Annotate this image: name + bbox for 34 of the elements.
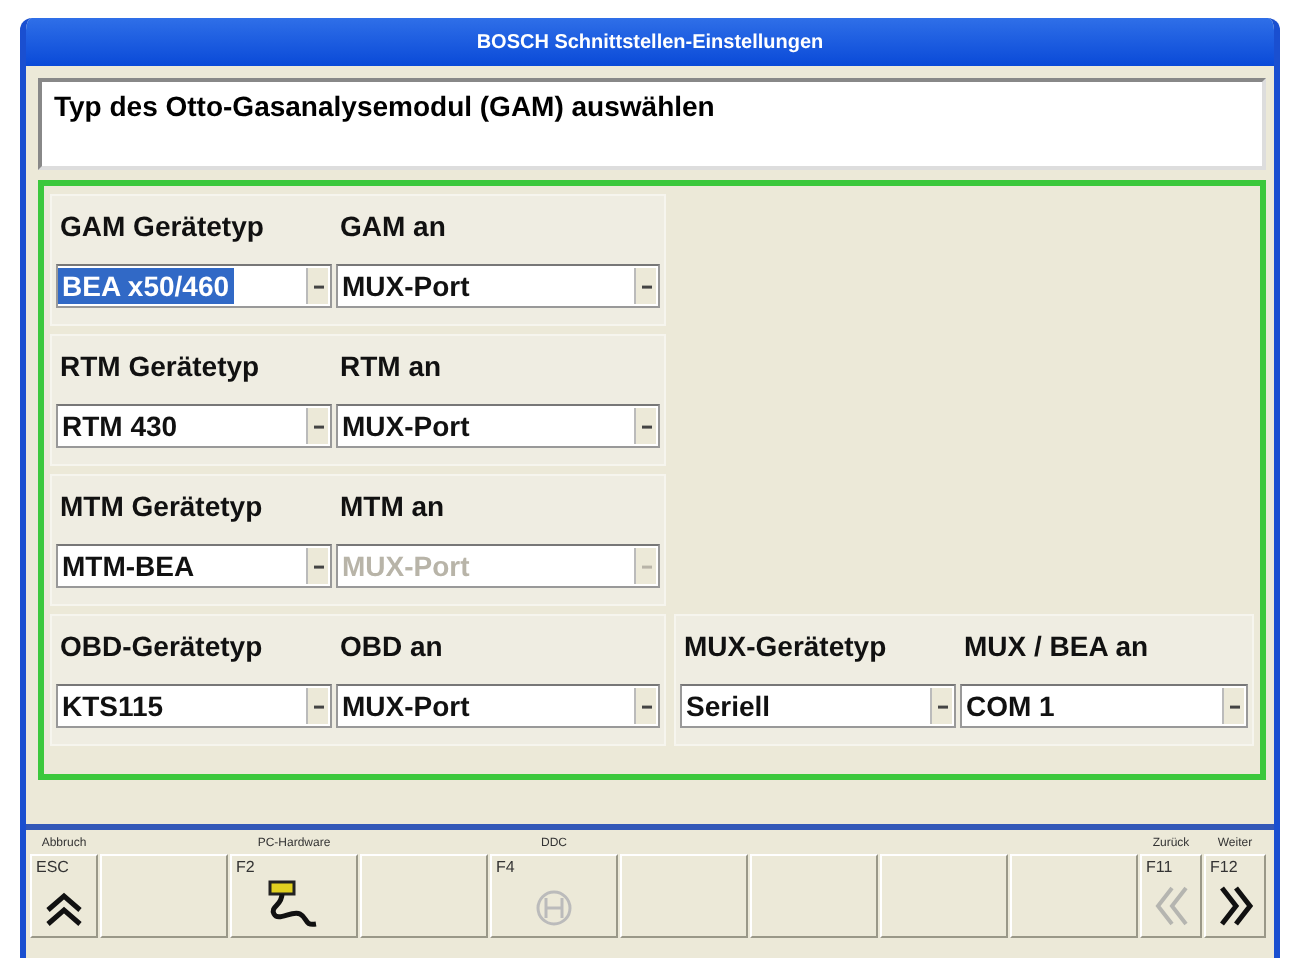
field-label: GAM Gerätetyp [58,210,266,242]
instruction-text: Typ des Otto-Gasanalysemodul (GAM) auswählen [38,78,1266,170]
double-chevron-up-icon [44,892,84,928]
dropdown[interactable]: Seriell [680,684,956,728]
dropdown[interactable]: MUX-Port [336,404,660,448]
field-label: RTM Gerätetyp [58,350,262,382]
dropdown[interactable]: KTS115 [56,684,332,728]
dropdown[interactable]: MTM-BEA [56,544,332,588]
dropdown[interactable]: MUX-Port [336,264,660,308]
field-label: MTM Gerätetyp [58,490,265,522]
function-key[interactable] [750,854,878,938]
double-chevron-right-icon [1217,884,1253,928]
function-key[interactable] [100,854,228,938]
dropdown[interactable]: COM 1 [960,684,1248,728]
field-label: OBD-Gerätetyp [58,630,265,662]
dropdown[interactable]: BEA x50/460 [56,264,332,308]
field-label: OBD an [340,630,443,662]
function-key[interactable] [360,854,488,938]
function-key[interactable]: F12 [1204,854,1266,938]
field-label: GAM an [340,210,446,242]
function-key[interactable]: F2 [230,854,358,938]
field-label: MUX / BEA an [964,630,1149,662]
window-title: BOSCH Schnittstellen-Einstellungen [26,18,1274,66]
function-key[interactable] [880,854,1008,938]
dropdown[interactable]: RTM 430 [56,404,332,448]
field-label: MTM an [340,490,445,522]
function-key[interactable] [620,854,748,938]
emblem-icon [534,888,574,928]
field-label: MUX-Gerätetyp [682,630,889,662]
double-chevron-left-icon [1153,884,1189,928]
function-key[interactable] [1010,854,1138,938]
field-label: RTM an [340,350,442,382]
dropdown[interactable]: MUX-Port [336,684,660,728]
function-key[interactable]: ESC [30,854,98,938]
